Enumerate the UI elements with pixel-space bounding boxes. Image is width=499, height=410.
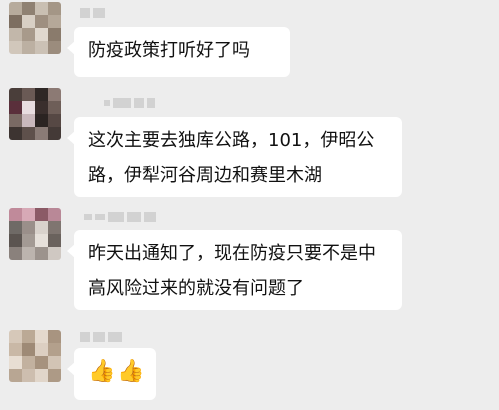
avatar[interactable] [9, 208, 61, 260]
message-text: 昨天出通知了，现在防疫只要不是中 [88, 243, 376, 264]
message-bubble[interactable]: 防疫政策打听好了吗 [67, 27, 290, 77]
sender-name [80, 332, 122, 342]
message-text: 这次主要去独库公路，101，伊昭公 [88, 130, 375, 151]
avatar[interactable] [9, 88, 61, 140]
message-bubble[interactable]: 👍👍 [67, 348, 156, 400]
message-text: 路，伊犁河谷周边和赛里木湖 [88, 165, 322, 186]
message-bubble[interactable]: 这次主要去独库公路，101，伊昭公 路，伊犁河谷周边和赛里木湖 [67, 117, 402, 197]
avatar[interactable] [9, 330, 61, 382]
message-bubble[interactable]: 昨天出通知了，现在防疫只要不是中 高风险过来的就没有问题了 [67, 230, 402, 310]
sender-name [84, 212, 156, 222]
sender-name [104, 98, 155, 108]
sender-name [80, 8, 105, 18]
message-text: 高风险过来的就没有问题了 [88, 278, 304, 299]
avatar[interactable] [9, 2, 61, 54]
thumbs-up-icon: 👍👍 [88, 359, 147, 384]
message-text: 防疫政策打听好了吗 [88, 40, 250, 61]
